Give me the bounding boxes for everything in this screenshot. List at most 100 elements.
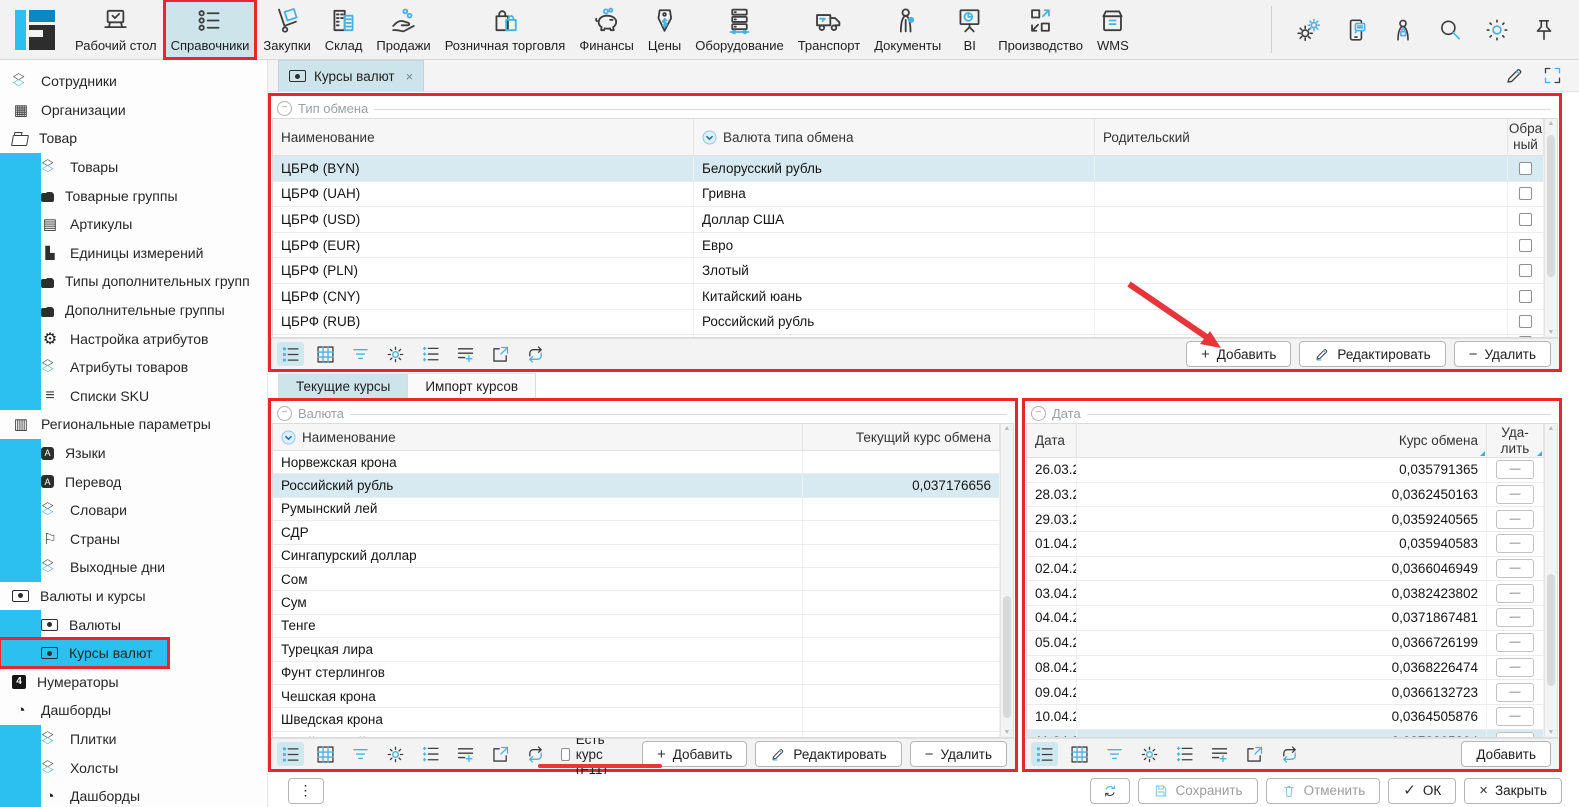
pin-button[interactable] [1531, 17, 1557, 43]
scroll-down-icon[interactable]: ▼ [1548, 729, 1555, 736]
table-row[interactable]: Швейцарский франк [273, 732, 1000, 737]
table-row[interactable]: 02.04.260,0366046949— [1027, 557, 1544, 582]
table-row[interactable]: Фунт стерлингов [273, 662, 1000, 685]
menu-item-sales[interactable]: Продажи [369, 0, 437, 59]
close-button[interactable]: × Закрыть [1464, 778, 1562, 804]
sidebar-item[interactable]: Товар [0, 124, 267, 153]
table-row[interactable]: Тенге [273, 615, 1000, 638]
table-row[interactable]: Сум [273, 591, 1000, 614]
menu-item-desktop[interactable]: Рабочий стол [68, 0, 164, 59]
table-row[interactable]: 26.03.260,035791365— [1027, 458, 1544, 483]
row-delete-button[interactable]: — [1496, 633, 1534, 652]
search-button[interactable] [1437, 17, 1463, 43]
reverse-checkbox[interactable] [1519, 187, 1532, 200]
sidebar-item[interactable]: Сотрудники [0, 67, 267, 96]
row-delete-button[interactable]: — [1496, 732, 1534, 737]
edit-form-icon[interactable] [1504, 65, 1525, 86]
save-button[interactable]: Сохранить [1138, 778, 1258, 804]
sidebar-item[interactable]: Валюты [0, 610, 41, 639]
menu-item-wms[interactable]: WMS [1090, 0, 1136, 59]
filter-button[interactable] [347, 342, 374, 366]
filter-button[interactable] [347, 742, 374, 766]
numbered-list-button[interactable] [417, 342, 444, 366]
column-header-rate[interactable]: Курс обмена [1077, 424, 1487, 457]
reverse-checkbox[interactable] [1519, 336, 1532, 337]
delete-button[interactable]: − Удалить [1454, 341, 1551, 367]
cancel-button[interactable]: Отменить [1266, 778, 1381, 804]
theme-button[interactable] [1484, 17, 1510, 43]
settings-small-button[interactable] [1136, 742, 1163, 766]
table-row[interactable]: Российский рубль0,037176656 [273, 474, 1000, 497]
table-row[interactable]: 08.04.260,0368226474— [1027, 656, 1544, 681]
sidebar-item[interactable]: Холсты [0, 753, 41, 782]
list-view-button[interactable] [277, 742, 304, 766]
more-actions-button[interactable]: ⋮ [288, 778, 324, 804]
scrollbar-thumb[interactable] [1547, 135, 1555, 277]
scrollbar-thumb[interactable] [1547, 574, 1555, 686]
grid-view-button[interactable] [312, 742, 339, 766]
menu-item-refs[interactable]: Справочники [164, 0, 257, 59]
table-row[interactable]: 11.04.260,0372205204— [1027, 730, 1544, 737]
sidebar-item[interactable]: Типы дополнительных групп [0, 267, 41, 296]
refresh-button[interactable] [1090, 778, 1130, 804]
add-list-button[interactable] [452, 742, 479, 766]
row-delete-button[interactable]: — [1496, 510, 1534, 529]
scroll-up-icon[interactable]: ▲ [1548, 120, 1555, 127]
vertical-scrollbar[interactable]: ▲ ▼ [1544, 424, 1557, 737]
table-row[interactable]: ЦБРФ (BYN)Белорусский рубль [273, 156, 1544, 182]
table-row[interactable]: 01.04.260,035940583— [1027, 532, 1544, 557]
vertical-scrollbar[interactable]: ▲ ▼ [1544, 119, 1557, 337]
ok-button[interactable]: ✓ ОК [1388, 778, 1456, 804]
list-view-button[interactable] [277, 342, 304, 366]
filter-button[interactable] [1101, 742, 1128, 766]
refresh-button[interactable] [522, 742, 549, 766]
subtab[interactable]: Импорт курсов [408, 373, 536, 399]
vertical-scrollbar[interactable]: ▲ ▼ [1000, 424, 1013, 737]
delete-button[interactable]: − Удалить [910, 741, 1007, 767]
numbered-list-button[interactable] [417, 742, 444, 766]
sidebar-item[interactable]: Нумераторы [0, 667, 267, 696]
add-button[interactable]: + Добавить [642, 741, 747, 767]
column-header-reverse[interactable]: Обраный [1508, 119, 1544, 155]
sidebar-item[interactable]: Валюты и курсы [0, 582, 267, 611]
sidebar-item[interactable]: Артикулы [0, 210, 41, 239]
app-logo[interactable] [15, 10, 55, 50]
row-delete-button[interactable]: — [1496, 485, 1534, 504]
subtab[interactable]: Текущие курсы [278, 373, 408, 399]
menu-item-cart[interactable]: Закупки [256, 0, 317, 59]
sidebar-item[interactable]: Страны [0, 525, 41, 554]
table-row[interactable]: Чешская крона [273, 685, 1000, 708]
settings-button[interactable] [1296, 17, 1322, 43]
table-row[interactable]: Сингапурский доллар [273, 545, 1000, 568]
table-row[interactable]: 10.04.260,0364505876— [1027, 705, 1544, 730]
column-header-name[interactable]: Наименование [273, 424, 803, 450]
table-row[interactable]: ЦБРФ (EUR)Евро [273, 233, 1544, 259]
sidebar-item[interactable]: Дополнительные группы [0, 296, 41, 325]
row-delete-button[interactable]: — [1496, 460, 1534, 479]
settings-small-button[interactable] [382, 742, 409, 766]
sidebar-item[interactable]: Перевод [0, 467, 41, 496]
close-tab-icon[interactable]: × [406, 69, 414, 84]
table-row[interactable]: СДР [273, 521, 1000, 544]
row-delete-button[interactable]: — [1496, 608, 1534, 627]
table-row[interactable]: 09.04.260,0366132723— [1027, 680, 1544, 705]
table-row[interactable]: 04.04.260,0371867481— [1027, 606, 1544, 631]
column-header-name[interactable]: Наименование [273, 119, 694, 155]
table-row[interactable]: 05.04.260,0366726199— [1027, 631, 1544, 656]
numbered-list-button[interactable] [1171, 742, 1198, 766]
collapse-icon[interactable]: − [277, 406, 292, 421]
column-header-date[interactable]: Дата [1027, 424, 1077, 457]
reverse-checkbox[interactable] [1519, 213, 1532, 226]
table-row[interactable]: Румынский лей [273, 498, 1000, 521]
table-row[interactable]: ЦБРФ (RUB)Российский рубль [273, 310, 1544, 336]
settings-small-button[interactable] [382, 342, 409, 366]
edit-button[interactable]: Редактировать [1299, 341, 1445, 367]
row-delete-button[interactable]: — [1496, 559, 1534, 578]
scroll-down-icon[interactable]: ▼ [1004, 729, 1011, 736]
table-row[interactable]: 03.04.260,0382423802— [1027, 581, 1544, 606]
collapse-icon[interactable]: − [277, 101, 292, 116]
feedback-button[interactable] [1343, 17, 1369, 43]
sidebar-item[interactable]: Товары [0, 153, 41, 182]
sidebar-item[interactable]: Языки [0, 439, 41, 468]
column-header-delete[interactable]: Уда-лить [1487, 424, 1544, 457]
